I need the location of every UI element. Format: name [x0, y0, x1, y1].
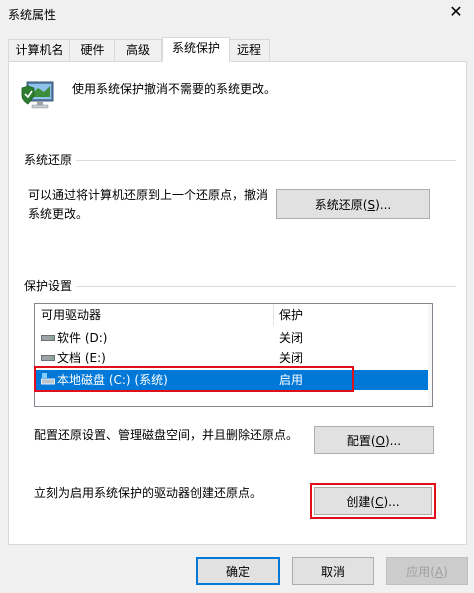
apply-button-label: 应用(: [406, 564, 435, 579]
column-separator[interactable]: [273, 304, 274, 326]
drive-name: 文档 (E:): [57, 351, 106, 365]
intro-text: 使用系统保护撤消不需要的系统更改。: [72, 82, 277, 96]
tab-remote[interactable]: 远程: [228, 39, 270, 61]
tab-computer-name[interactable]: 计算机名: [8, 39, 71, 61]
system-restore-description: 可以通过将计算机还原到上一个还原点，撤消系统更改。: [28, 188, 269, 221]
create-description: 立刻为启用系统保护的驱动器创建还原点。: [34, 486, 263, 500]
column-protection[interactable]: 保护: [279, 306, 303, 325]
drive-status: 关闭: [279, 351, 304, 365]
list-item[interactable]: 软件 (D:) 关闭: [35, 328, 432, 348]
system-restore-button-key: S: [367, 197, 376, 212]
configure-button-label: 配置(: [346, 433, 376, 448]
apply-button-suffix: ): [443, 564, 448, 579]
configure-button[interactable]: 配置(O)...: [314, 426, 434, 454]
drive-icon: [41, 335, 55, 341]
tab-advanced[interactable]: 高级: [114, 39, 162, 61]
highlight-box: [34, 366, 354, 392]
ok-button[interactable]: 确定: [196, 557, 280, 585]
cancel-button[interactable]: 取消: [292, 557, 374, 585]
computer-shield-icon: [21, 81, 54, 109]
create-button-label: 创建(: [346, 494, 376, 509]
tab-hardware[interactable]: 硬件: [69, 39, 116, 61]
list-header: 可用驱动器 保护: [35, 304, 432, 326]
system-restore-button[interactable]: 系统还原(S)...: [276, 189, 430, 219]
close-icon[interactable]: ✕: [448, 4, 464, 20]
system-restore-button-suffix: )...: [375, 197, 392, 212]
configure-description: 配置还原设置、管理磁盘空间，并且删除还原点。: [34, 428, 299, 442]
create-button[interactable]: 创建(C)...: [314, 487, 432, 515]
configure-button-suffix: )...: [385, 433, 402, 448]
list-scrollbar[interactable]: [428, 304, 432, 406]
window-title: 系统属性: [8, 8, 57, 22]
drive-name: 软件 (D:): [57, 331, 108, 345]
list-item[interactable]: 文档 (E:) 关闭: [35, 348, 432, 368]
create-button-suffix: )...: [383, 494, 400, 509]
group-divider: [76, 286, 456, 287]
tab-system-protection[interactable]: 系统保护: [162, 37, 230, 62]
protection-group-label: 保护设置: [24, 277, 77, 296]
apply-button[interactable]: 应用(A): [386, 557, 468, 585]
apply-button-key: A: [434, 564, 444, 579]
system-restore-button-label: 系统还原(: [314, 197, 368, 212]
drive-status: 关闭: [279, 331, 304, 345]
column-drives[interactable]: 可用驱动器: [41, 306, 101, 325]
drive-icon: [41, 355, 55, 361]
configure-button-key: O: [375, 433, 385, 448]
group-divider: [76, 160, 456, 161]
system-restore-group-label: 系统还原: [24, 151, 77, 170]
